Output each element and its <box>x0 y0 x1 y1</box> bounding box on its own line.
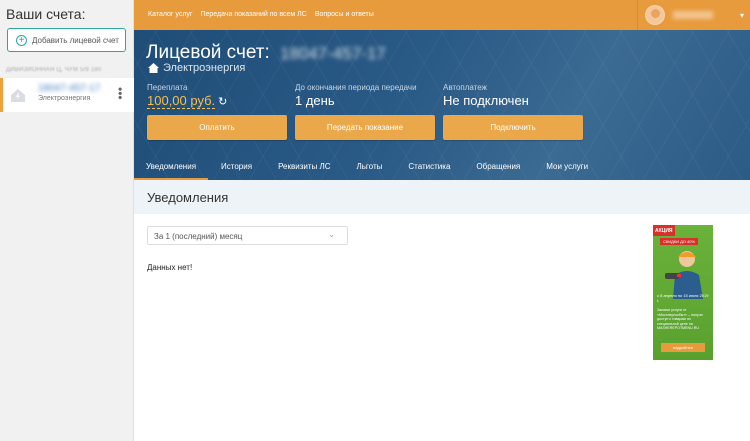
chevron-down-icon: ⌄ <box>328 230 335 239</box>
tab-history[interactable]: История <box>208 155 265 180</box>
overpay-amount: 100,00 руб. <box>147 93 216 109</box>
house-icon <box>11 89 25 102</box>
promo-tag: АКЦИЯ <box>653 225 675 236</box>
pay-button[interactable]: Оплатить <box>147 115 287 140</box>
tab-bar: Уведомления История Реквизиты ЛС Льготы … <box>134 155 750 180</box>
promo-dates: с 8 апреля по 15 июля 2019 г. <box>657 293 709 303</box>
avatar <box>645 5 665 25</box>
promo-more-button[interactable]: подробнее <box>661 343 705 352</box>
section-header: Уведомления <box>134 180 750 214</box>
add-account-label: Добавить лицевой счет <box>32 35 119 45</box>
autopay-label: Автоплатеж <box>443 83 487 92</box>
user-menu[interactable]: ▾ <box>637 0 750 30</box>
account-number: 18047-457-17 <box>280 44 386 63</box>
period-label: До окончания периода передачи <box>295 83 417 92</box>
worker-icon <box>665 251 703 299</box>
submit-reading-button[interactable]: Передать показание <box>295 115 435 140</box>
top-nav: Каталог услуг Передача показаний по всем… <box>148 11 374 18</box>
connect-autopay-button[interactable]: Подключить <box>443 115 583 140</box>
sidebar-account-item[interactable]: 18047-457-17 Электроэнергия ••• <box>0 78 134 112</box>
sidebar: Ваши счета: + Добавить лицевой счет ДИВИ… <box>0 0 134 441</box>
account-address: ДИВИЗИОННАЯ Ц, ЧУМ 5/9 180 <box>6 67 102 73</box>
service-name: Электроэнергия <box>148 62 245 74</box>
nav-catalog[interactable]: Каталог услуг <box>148 11 192 18</box>
tab-my-services[interactable]: Мои услуги <box>533 155 601 180</box>
tab-notifications[interactable]: Уведомления <box>134 155 209 180</box>
promo-sale: СКИДКИ ДО 40% <box>660 238 699 245</box>
more-options-icon[interactable]: ••• <box>113 87 127 100</box>
tab-details[interactable]: Реквизиты ЛС <box>265 155 343 180</box>
section-title: Уведомления <box>147 190 229 205</box>
service-label: Электроэнергия <box>163 62 246 74</box>
sidebar-account-service: Электроэнергия <box>38 95 91 102</box>
top-bar: Каталог услуг Передача показаний по всем… <box>134 0 750 30</box>
period-select[interactable]: За 1 (последний) месяц ⌄ <box>147 226 348 245</box>
refresh-icon[interactable]: ↻ <box>218 95 227 108</box>
tab-benefits[interactable]: Льготы <box>344 155 396 180</box>
overpay-value: 100,00 руб. ↻ <box>147 93 227 109</box>
nav-submit-all[interactable]: Передача показаний по всем ЛС <box>200 11 306 18</box>
period-value: 1 день <box>295 93 335 108</box>
period-select-value: За 1 (последний) месяц <box>154 232 243 241</box>
promo-text: Заказчи услуги от «Мосэнергосбыт» – полу… <box>657 308 703 330</box>
sidebar-account-number: 18047-457-17 <box>38 83 101 94</box>
overpay-label: Переплата <box>147 83 188 92</box>
autopay-value: Не подключен <box>443 93 529 108</box>
nav-faq[interactable]: Вопросы и ответы <box>315 11 374 18</box>
username <box>673 11 713 19</box>
plus-icon: + <box>16 34 27 46</box>
sidebar-title: Ваши счета: <box>6 6 86 22</box>
add-account-button[interactable]: + Добавить лицевой счет <box>7 28 126 52</box>
house-icon <box>148 63 159 73</box>
tab-requests[interactable]: Обращения <box>463 155 533 180</box>
promo-banner[interactable]: АКЦИЯ СКИДКИ ДО 40% с 8 апреля по 15 июл… <box>653 225 713 360</box>
account-banner: Лицевой счет: 18047-457-17 Электроэнерги… <box>134 30 750 180</box>
chevron-down-icon: ▾ <box>739 11 744 20</box>
page-title: Лицевой счет: <box>146 42 270 63</box>
tab-statistics[interactable]: Статистика <box>395 155 463 180</box>
no-data-message: Данных нет! <box>147 263 193 272</box>
